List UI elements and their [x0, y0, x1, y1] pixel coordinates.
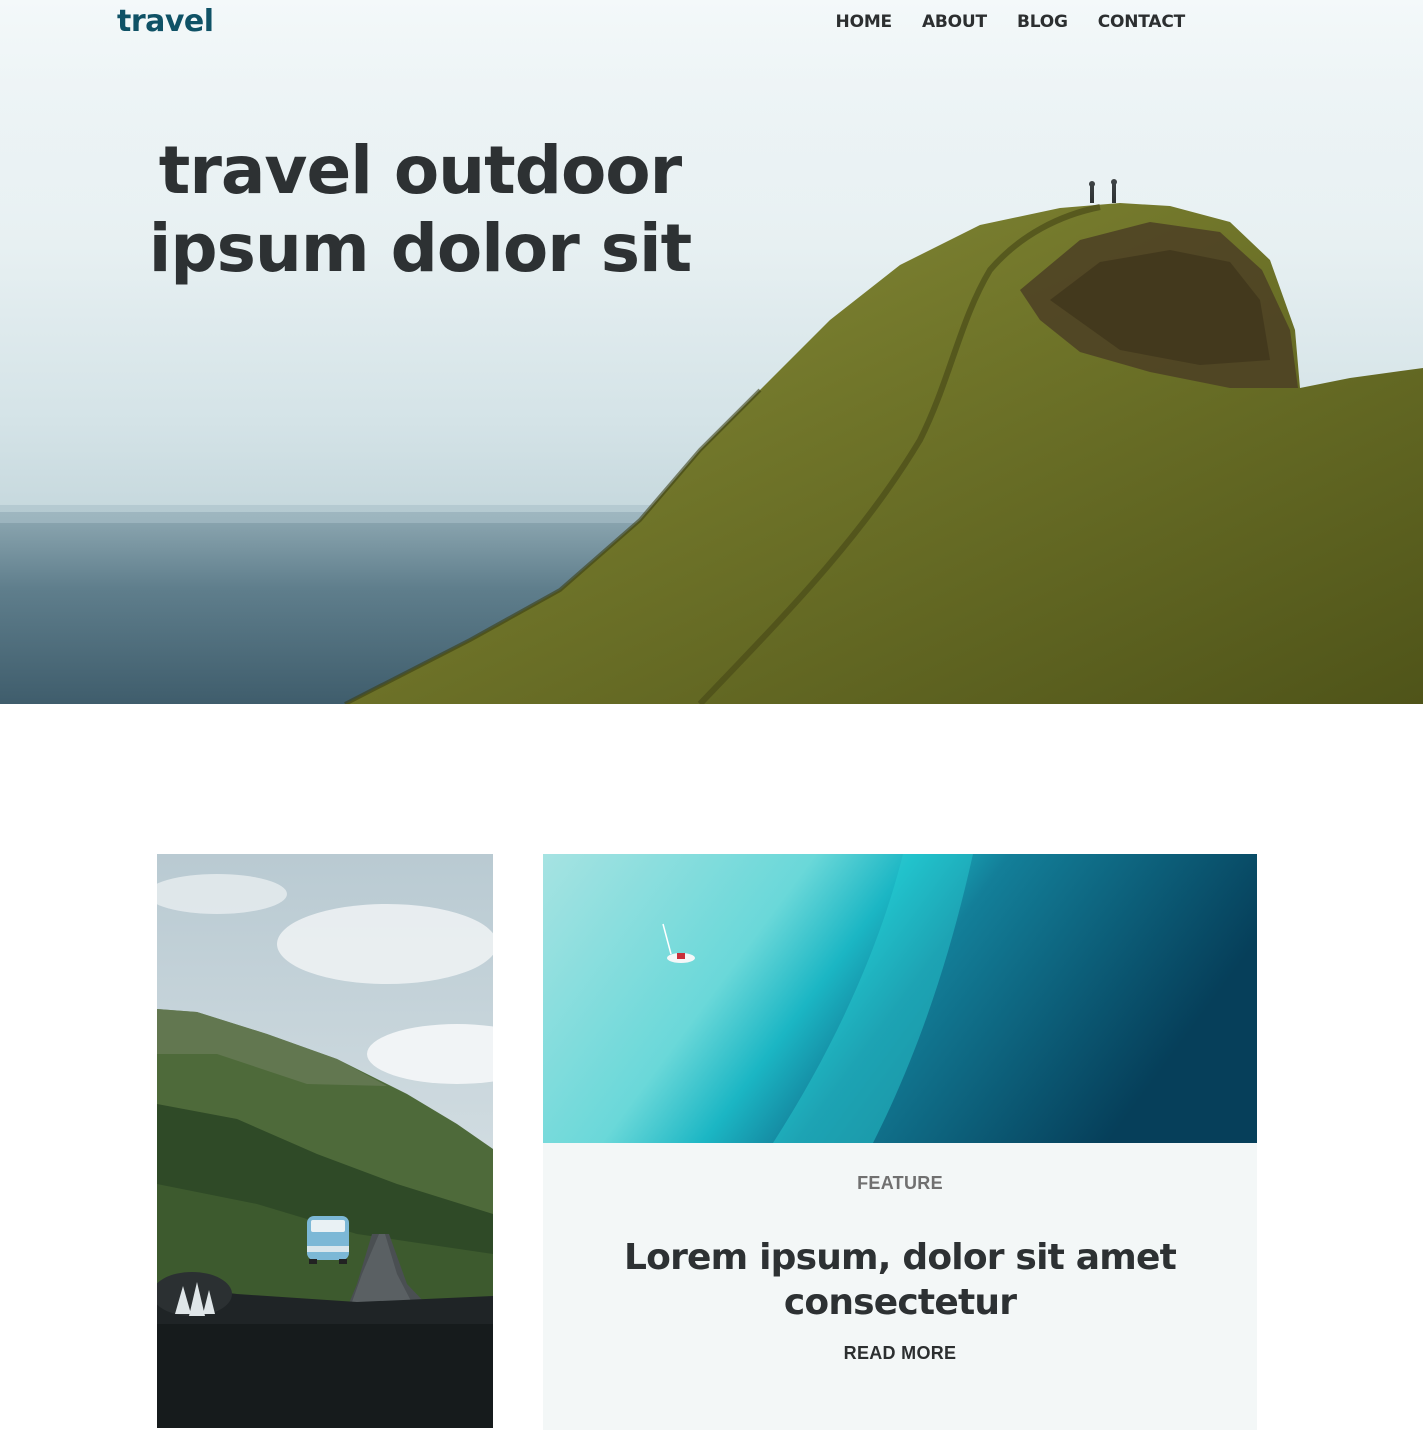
feature-tag: FEATURE — [857, 1173, 943, 1193]
road-trip-image — [157, 854, 493, 1428]
road-trip-photo[interactable] — [157, 854, 493, 1428]
hero-title-line-1: travel outdoor — [158, 132, 682, 209]
nav-blog[interactable]: BLOG — [1017, 12, 1068, 32]
nav-about[interactable]: ABOUT — [922, 12, 987, 32]
site-logo[interactable]: travel — [117, 4, 214, 39]
hero-section: travel HOME ABOUT BLOG CONTACT travel ou… — [0, 0, 1423, 704]
nav-home[interactable]: HOME — [836, 12, 893, 32]
feature-title-line-1: Lorem ipsum, dolor sit amet — [624, 1237, 1177, 1278]
feature-title[interactable]: Lorem ipsum, dolor sit amet consectetur — [603, 1235, 1197, 1325]
ocean-image — [543, 854, 1257, 1143]
feature-card: FEATURE Lorem ipsum, dolor sit amet cons… — [543, 1143, 1257, 1430]
nav-contact[interactable]: CONTACT — [1098, 12, 1185, 32]
hero-image — [0, 0, 1423, 704]
hero-title: travel outdoor ipsum dolor sit — [120, 132, 720, 288]
feature-title-line-2: consectetur — [783, 1282, 1017, 1323]
ocean-photo[interactable] — [543, 854, 1257, 1143]
main-nav: HOME ABOUT BLOG CONTACT — [836, 12, 1186, 32]
hero-title-line-2: ipsum dolor sit — [148, 210, 692, 287]
read-more-link[interactable]: READ MORE — [543, 1343, 1257, 1364]
